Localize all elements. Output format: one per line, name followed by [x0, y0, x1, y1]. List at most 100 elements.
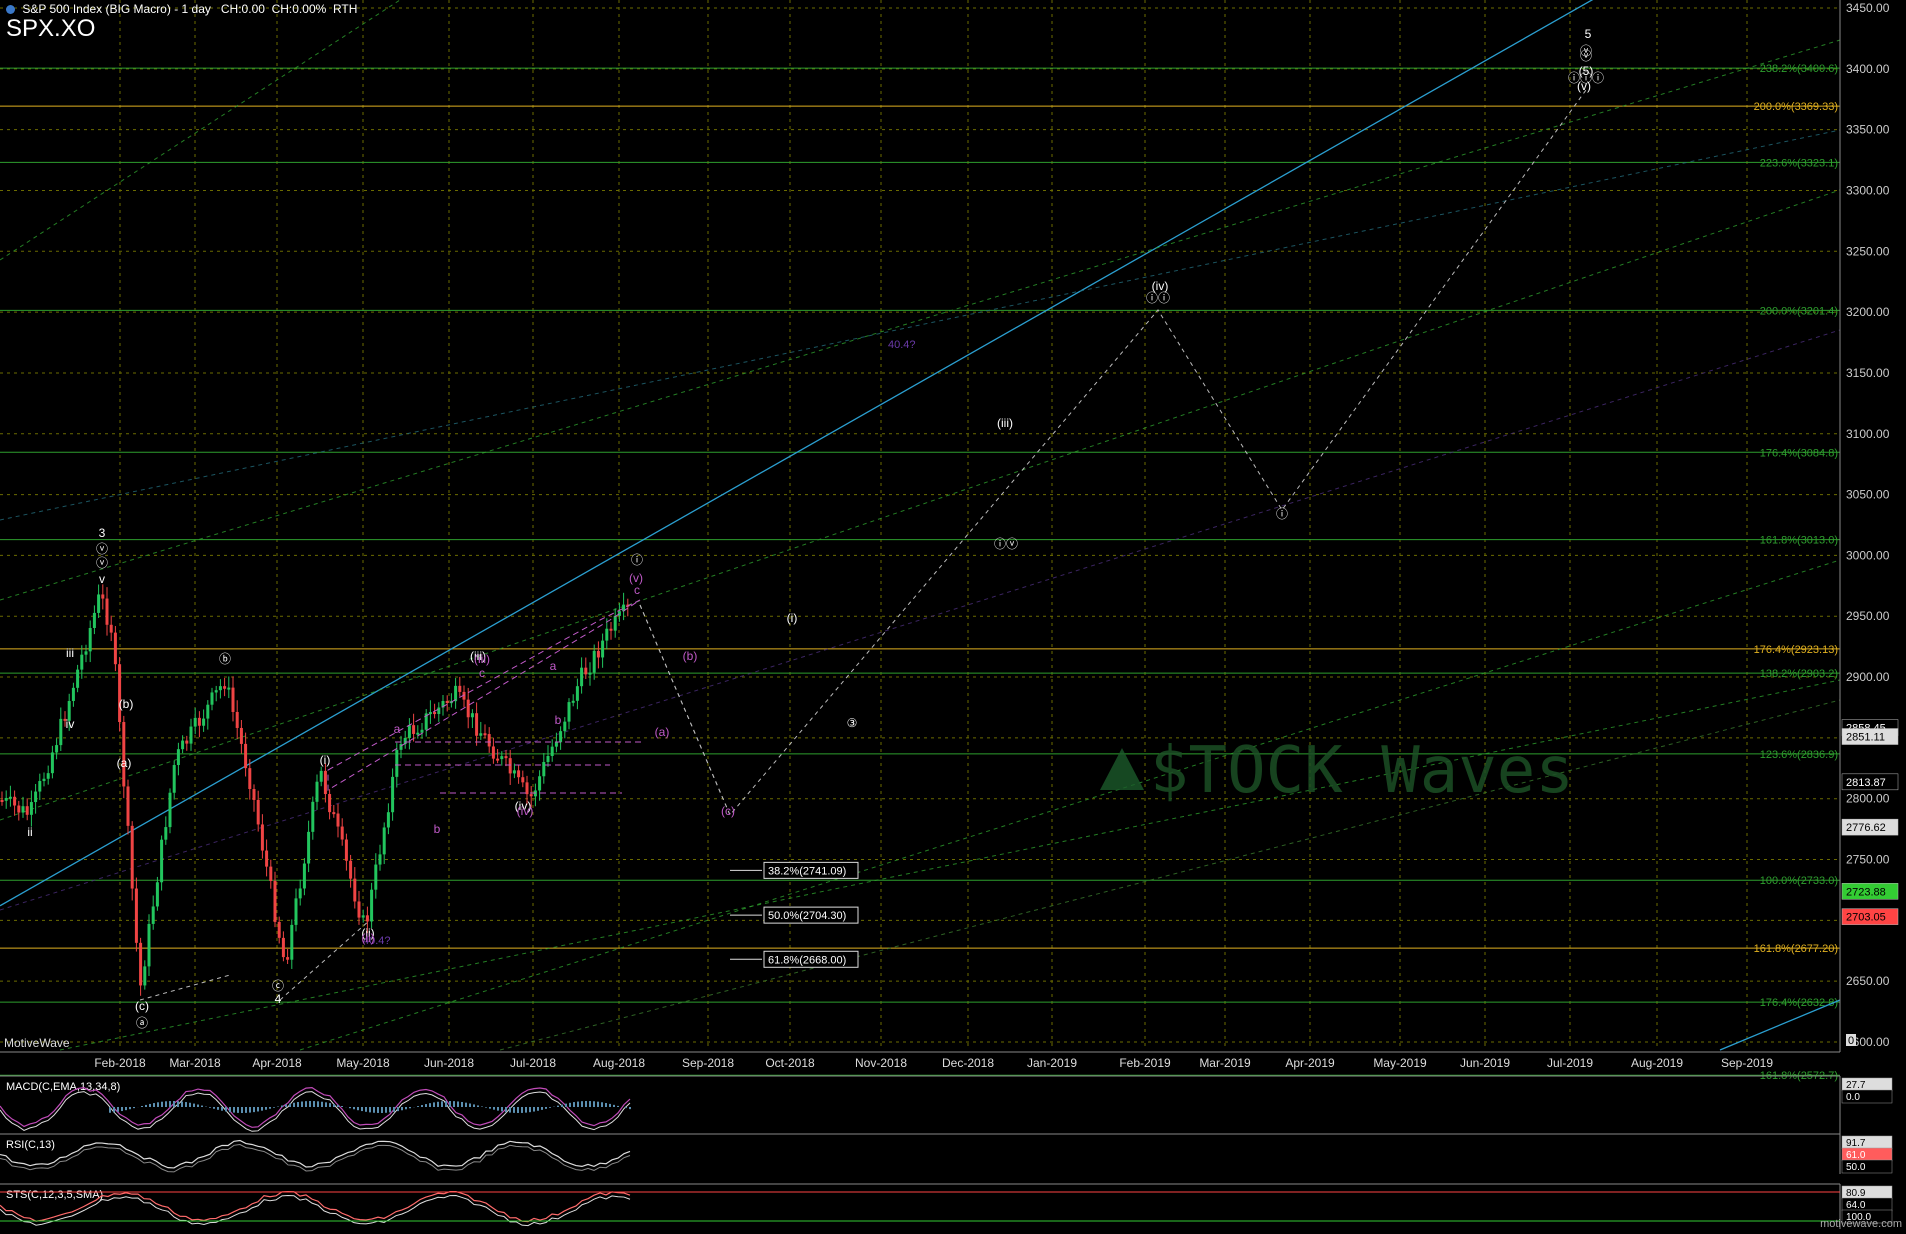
chart-canvas: 238.2%(3400.6) 200.0%(3369.33) 223.6%(3323…	[0, 0, 1899, 1229]
candle-body	[88, 627, 92, 652]
candle-body	[260, 824, 264, 851]
candle-body	[361, 915, 365, 918]
panel-value-label: 61.0	[1846, 1150, 1866, 1161]
retrace-label: 38.2%(2741.09)	[768, 865, 846, 877]
wave-label: (5)	[1579, 64, 1594, 78]
y-tick-label: 3400.00	[1846, 62, 1890, 76]
candle-body	[613, 615, 617, 631]
candle-body	[315, 781, 319, 802]
candle-body	[542, 761, 546, 777]
y-tick-label: 2750.00	[1846, 853, 1890, 867]
wave-label: (i)	[320, 753, 331, 767]
candle-body	[336, 813, 340, 827]
candle-body	[50, 752, 54, 774]
wave-label: ⓥ	[96, 542, 108, 556]
x-tick-label: Apr-2018	[252, 1056, 302, 1070]
candle-body	[155, 882, 159, 907]
candle-body	[538, 776, 542, 791]
candle-body	[349, 860, 353, 879]
wave-label: ⓒ	[272, 979, 284, 993]
candle-body	[365, 915, 369, 922]
candle-body	[559, 731, 563, 743]
y-tick-label: 2650.00	[1846, 974, 1890, 988]
candle-body	[323, 770, 327, 795]
wave-label-magenta: c	[634, 583, 640, 597]
candle-body	[25, 806, 29, 815]
chart-title: S&P 500 Index (BIG Macro) - 1 day	[22, 2, 211, 16]
indicator-line	[0, 1139, 631, 1169]
x-tick-label: Jul-2018	[510, 1056, 556, 1070]
price-marker-label: 2851.11	[1846, 732, 1885, 744]
candle-body	[445, 700, 449, 703]
candle-body	[475, 713, 479, 736]
candle-body	[487, 734, 491, 747]
candle-body	[307, 831, 311, 864]
candle-body	[214, 690, 218, 693]
candle-body	[113, 632, 117, 665]
trend-dashed	[0, 189, 1841, 821]
candle-body	[105, 598, 109, 625]
trend-dashed	[0, 129, 1841, 521]
candle-body	[118, 664, 122, 723]
candle-body	[244, 743, 248, 769]
candle-body	[378, 854, 382, 865]
watermark: $TOCK Waves	[1100, 734, 1574, 808]
candle-body	[151, 906, 155, 924]
candle-body	[470, 713, 474, 718]
candle-body	[185, 740, 189, 744]
symbol-label: SPX.XO	[6, 15, 96, 42]
wave-label: (iii)	[997, 416, 1013, 430]
candle-body	[202, 718, 206, 726]
candle-body	[433, 712, 437, 715]
x-tick-label: Jun-2018	[424, 1056, 474, 1070]
retrace-label: 61.8%(2668.00)	[768, 954, 846, 966]
indicator-signal	[0, 1091, 631, 1132]
price-marker-label: 2703.05	[1846, 912, 1886, 924]
y-tick-label: 3250.00	[1846, 244, 1890, 258]
x-tick-label: Dec-2018	[942, 1056, 994, 1070]
fib-layer: 238.2%(3400.6) 200.0%(3369.33) 223.6%(3323…	[0, 63, 1840, 1082]
wave-label: (c)	[135, 999, 149, 1013]
wave-layer: 3ⓥⓥviiiiviiⓑ(b)(a)(c)ⓐⓒ4(i)(ii)(iii)(iv)…	[0, 0, 1604, 1030]
candle-body	[382, 827, 386, 855]
candle-body	[281, 937, 285, 958]
candle-body	[134, 888, 138, 943]
candle-body	[193, 717, 197, 727]
candle-body	[17, 805, 21, 813]
candle-body	[109, 624, 113, 633]
y-tick-label: 3300.00	[1846, 183, 1890, 197]
wave-label-magenta: (b)	[683, 649, 698, 663]
candle-body	[609, 628, 613, 631]
x-tick-label: Sep-2019	[1721, 1056, 1773, 1070]
candle-body	[59, 718, 63, 746]
candle-body	[357, 901, 361, 918]
candle-body	[319, 770, 323, 782]
candle-body	[592, 650, 596, 673]
wave-label-magenta: a	[550, 659, 557, 673]
candle-body	[550, 746, 554, 757]
candle-body	[38, 781, 42, 792]
candle-body	[101, 594, 105, 599]
wave-label: (b)	[119, 697, 134, 711]
candle-body	[55, 745, 59, 753]
candle-body	[294, 898, 298, 925]
wave-label: ⓘⓥ	[994, 537, 1018, 551]
wave-label: ⓑ	[219, 652, 231, 666]
candle-body	[8, 796, 12, 799]
wave-label: 4	[275, 992, 282, 1006]
candle-body	[76, 669, 80, 688]
candle-body	[34, 791, 38, 803]
x-tick-label: Nov-2018	[855, 1056, 907, 1070]
candle-body	[181, 740, 185, 750]
y-tick-label: 3200.00	[1846, 305, 1890, 319]
panel-value-label: 80.9	[1846, 1188, 1866, 1199]
candle-body	[554, 742, 558, 747]
candle-body	[407, 725, 411, 738]
y-tick-label: 3000.00	[1846, 548, 1890, 562]
wave-label: ⓘⓘ	[1146, 291, 1170, 305]
x-tick-label: Jan-2019	[1027, 1056, 1077, 1070]
wave-label: (v)	[1577, 79, 1591, 93]
candle-body	[521, 777, 525, 783]
wave-label: 3	[99, 526, 106, 540]
candle-body	[248, 768, 252, 789]
